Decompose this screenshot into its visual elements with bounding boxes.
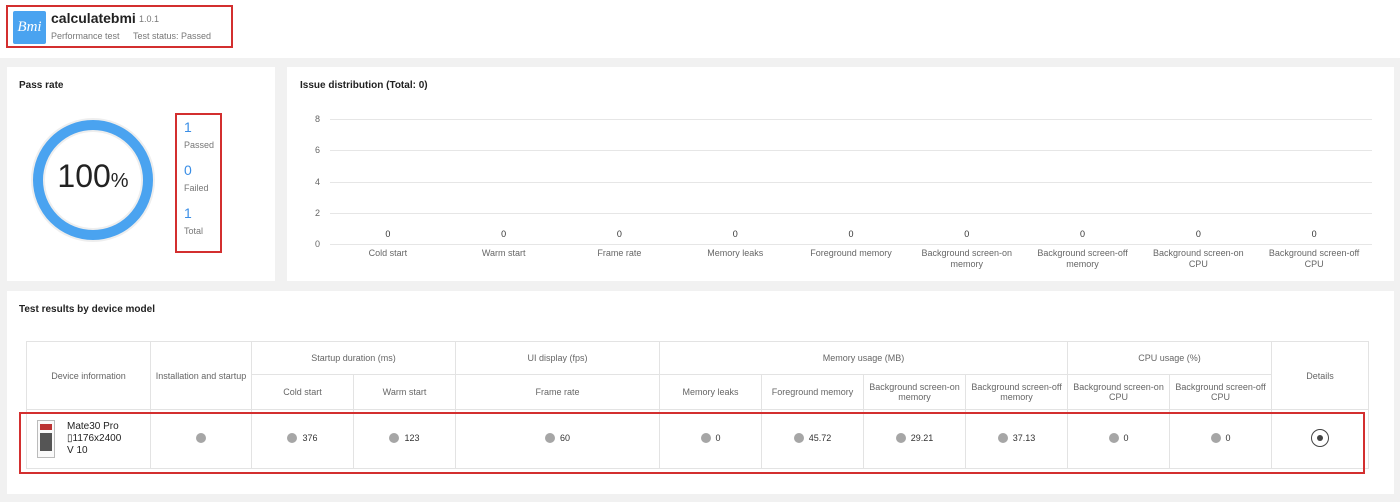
- bar-value-label: 0: [501, 229, 507, 239]
- x-tick-label: Background screen-off CPU: [1268, 248, 1360, 269]
- col-install-startup: Installation and startup: [150, 341, 252, 410]
- results-title: Test results by device model: [19, 304, 155, 315]
- bar-value-label: 0: [1080, 229, 1086, 239]
- x-tick-label: Warm start: [481, 248, 526, 258]
- col-foreground-memory: Foreground memory: [761, 374, 865, 410]
- x-tick-label: Frame rate: [597, 248, 642, 258]
- issue-distribution-title: Issue distribution (Total: 0): [300, 80, 428, 91]
- percent-symbol: %: [110, 170, 129, 192]
- bar-value-label: 0: [1195, 229, 1201, 239]
- gridline: [330, 150, 1372, 152]
- bar-value-label: 0: [848, 229, 854, 239]
- x-tick-label: Background screen-on memory: [921, 248, 1013, 269]
- gridline: [330, 244, 1372, 245]
- bar-value-label: 0: [964, 229, 970, 239]
- y-tick-label: 2: [314, 207, 320, 218]
- bar-value-label: 0: [1311, 229, 1317, 239]
- highlight-box-header: [6, 5, 233, 48]
- col-bg-on-cpu: Background screen-on CPU: [1067, 374, 1171, 410]
- pass-rate-percent: 100%: [29, 158, 157, 195]
- col-bg-off-memory: Background screen-off memory: [965, 374, 1069, 410]
- x-tick-label: Foreground memory: [810, 248, 892, 258]
- bar-value-label: 0: [732, 229, 738, 239]
- col-device-info: Device information: [26, 341, 151, 410]
- x-tick-label: Background screen-off memory: [1037, 248, 1128, 269]
- highlight-box-stats: [175, 113, 222, 253]
- gridline: [330, 212, 1372, 214]
- gridline: [330, 119, 1372, 120]
- col-frame-rate: Frame rate: [455, 374, 661, 410]
- col-cold-start: Cold start: [251, 374, 354, 410]
- pass-rate-value: 100: [57, 158, 111, 194]
- x-tick-label: Memory leaks: [707, 248, 764, 258]
- x-tick-label: Cold start: [368, 248, 408, 258]
- col-group-ui: UI display (fps): [455, 341, 661, 375]
- bar-value-label: 0: [616, 229, 622, 239]
- col-group-cpu: CPU usage (%): [1067, 341, 1273, 375]
- y-tick-label: 6: [314, 145, 320, 156]
- col-warm-start: Warm start: [352, 374, 457, 410]
- bar-value-label: 0: [385, 229, 391, 239]
- col-memory-leaks: Memory leaks: [659, 374, 763, 410]
- col-bg-off-cpu: Background screen-off CPU: [1169, 374, 1273, 410]
- y-tick-label: 8: [314, 114, 320, 124]
- col-bg-on-memory: Background screen-on memory: [863, 374, 967, 410]
- table-header-row: Device information Installation and star…: [26, 341, 1370, 410]
- gridline: [330, 181, 1372, 183]
- col-details: Details: [1271, 341, 1370, 410]
- col-group-memory: Memory usage (MB): [659, 341, 1069, 375]
- col-group-startup: Startup duration (ms): [250, 341, 457, 375]
- highlight-box-row: [19, 412, 1365, 474]
- x-tick-label: Background screen-on CPU: [1153, 248, 1244, 269]
- y-tick-label: 0: [314, 239, 320, 249]
- pass-rate-title: Pass rate: [19, 80, 64, 91]
- y-tick-label: 4: [314, 176, 320, 187]
